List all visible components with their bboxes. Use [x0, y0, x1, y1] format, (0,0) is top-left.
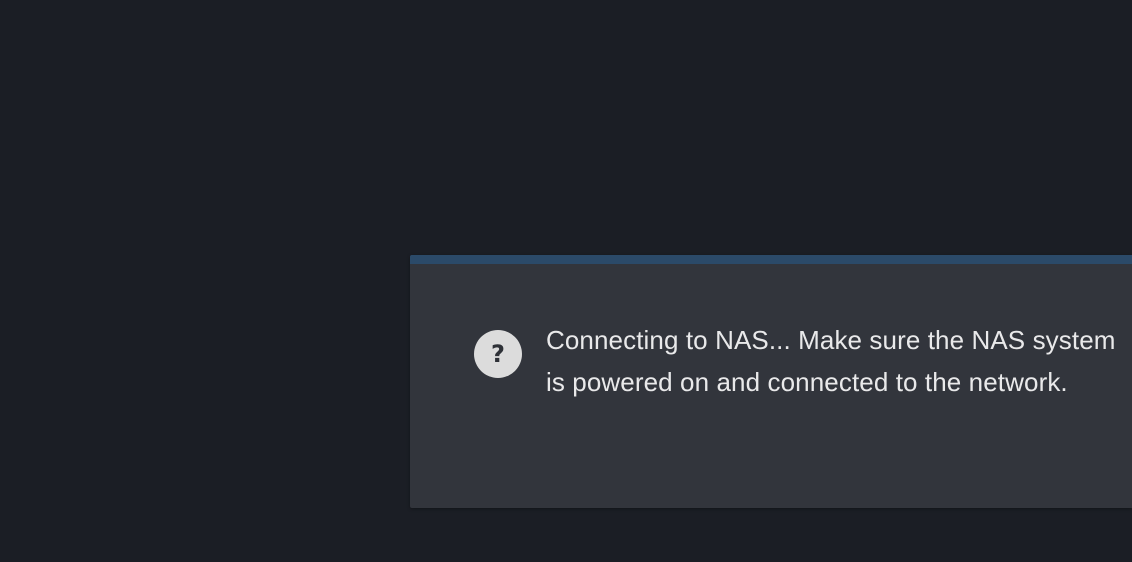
dialog-message: Connecting to NAS... Make sure the NAS s…	[546, 325, 1116, 397]
app-background: ? Connecting to NAS... Make sure the NAS…	[0, 0, 1132, 562]
dialog-accent-bar	[410, 255, 1132, 264]
question-icon: ?	[474, 330, 522, 378]
connection-status-dialog: ? Connecting to NAS... Make sure the NAS…	[410, 255, 1132, 508]
